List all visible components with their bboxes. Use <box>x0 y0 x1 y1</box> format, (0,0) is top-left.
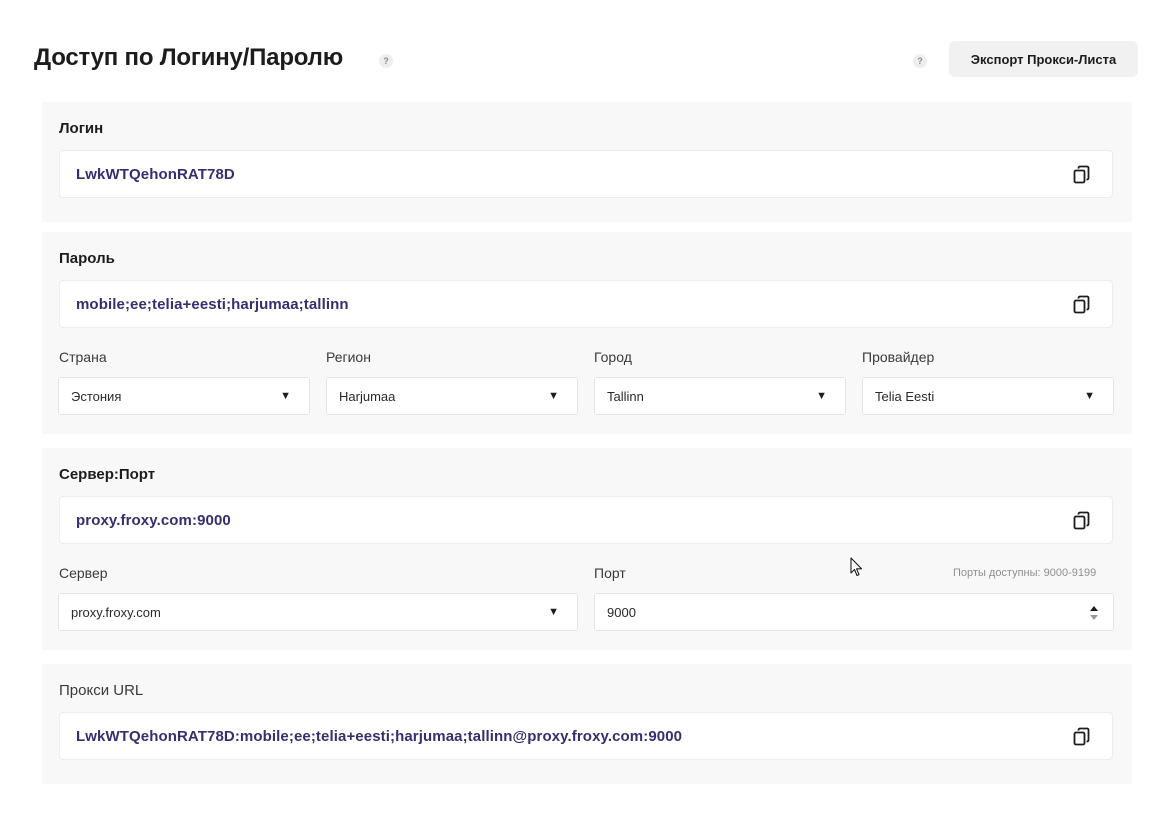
ports-available-note: Порты доступны: 9000-9199 <box>953 567 1097 579</box>
country-value: Эстония <box>71 389 122 404</box>
password-value: mobile;ee;telia+eesti;harjumaa;tallinn <box>76 296 349 313</box>
region-value: Harjumaa <box>339 389 396 404</box>
page-title: Доступ по Логину/Паролю <box>34 44 343 71</box>
proxy-url-field[interactable]: LwkWTQehonRAT78D:mobile;ee;telia+eesti;h… <box>59 712 1113 760</box>
provider-value: Telia Eesti <box>875 389 935 404</box>
server-port-value: proxy.froxy.com:9000 <box>76 512 231 529</box>
proxy-url-label: Прокси URL <box>59 682 144 699</box>
login-value: LwkWTQehonRAT78D <box>76 166 235 183</box>
chevron-down-icon: ▼ <box>816 390 827 402</box>
chevron-down-icon: ▼ <box>1084 390 1095 402</box>
help-icon[interactable]: ? <box>379 54 393 68</box>
export-proxy-list-button[interactable]: Экспорт Прокси-Листа <box>949 41 1138 77</box>
login-label: Логин <box>59 120 104 137</box>
server-label: Сервер <box>59 565 108 581</box>
login-field[interactable]: LwkWTQehonRAT78D <box>59 150 1113 198</box>
country-select[interactable]: Эстония ▼ <box>58 377 310 415</box>
port-input[interactable]: 9000 <box>594 593 1114 631</box>
city-label: Город <box>594 349 632 365</box>
stepper-icon[interactable] <box>1089 602 1099 624</box>
server-value: proxy.froxy.com <box>71 605 161 620</box>
city-value: Tallinn <box>607 389 644 404</box>
port-label: Порт <box>594 565 626 581</box>
country-label: Страна <box>59 349 107 365</box>
region-select[interactable]: Harjumaa ▼ <box>326 377 578 415</box>
export-help-icon[interactable]: ? <box>913 54 927 68</box>
port-value: 9000 <box>607 605 636 620</box>
chevron-down-icon: ▼ <box>280 390 291 402</box>
server-port-field[interactable]: proxy.froxy.com:9000 <box>59 496 1113 544</box>
copy-icon[interactable] <box>1072 165 1092 185</box>
region-label: Регион <box>326 349 371 365</box>
page-header: Доступ по Логину/Паролю ? ? Экспорт Прок… <box>0 36 1174 84</box>
server-port-label: Сервер:Порт <box>59 466 156 483</box>
mouse-cursor-icon <box>850 557 863 577</box>
password-field[interactable]: mobile;ee;telia+eesti;harjumaa;tallinn <box>59 280 1113 328</box>
city-select[interactable]: Tallinn ▼ <box>594 377 846 415</box>
server-select[interactable]: proxy.froxy.com ▼ <box>58 593 578 631</box>
chevron-down-icon: ▼ <box>548 390 559 402</box>
proxy-url-value: LwkWTQehonRAT78D:mobile;ee;telia+eesti;h… <box>76 728 683 745</box>
copy-icon[interactable] <box>1072 295 1092 315</box>
copy-icon[interactable] <box>1072 727 1092 747</box>
provider-select[interactable]: Telia Eesti ▼ <box>862 377 1114 415</box>
password-label: Пароль <box>59 250 115 267</box>
provider-label: Провайдер <box>862 349 935 365</box>
chevron-down-icon: ▼ <box>548 606 559 618</box>
copy-icon[interactable] <box>1072 511 1092 531</box>
